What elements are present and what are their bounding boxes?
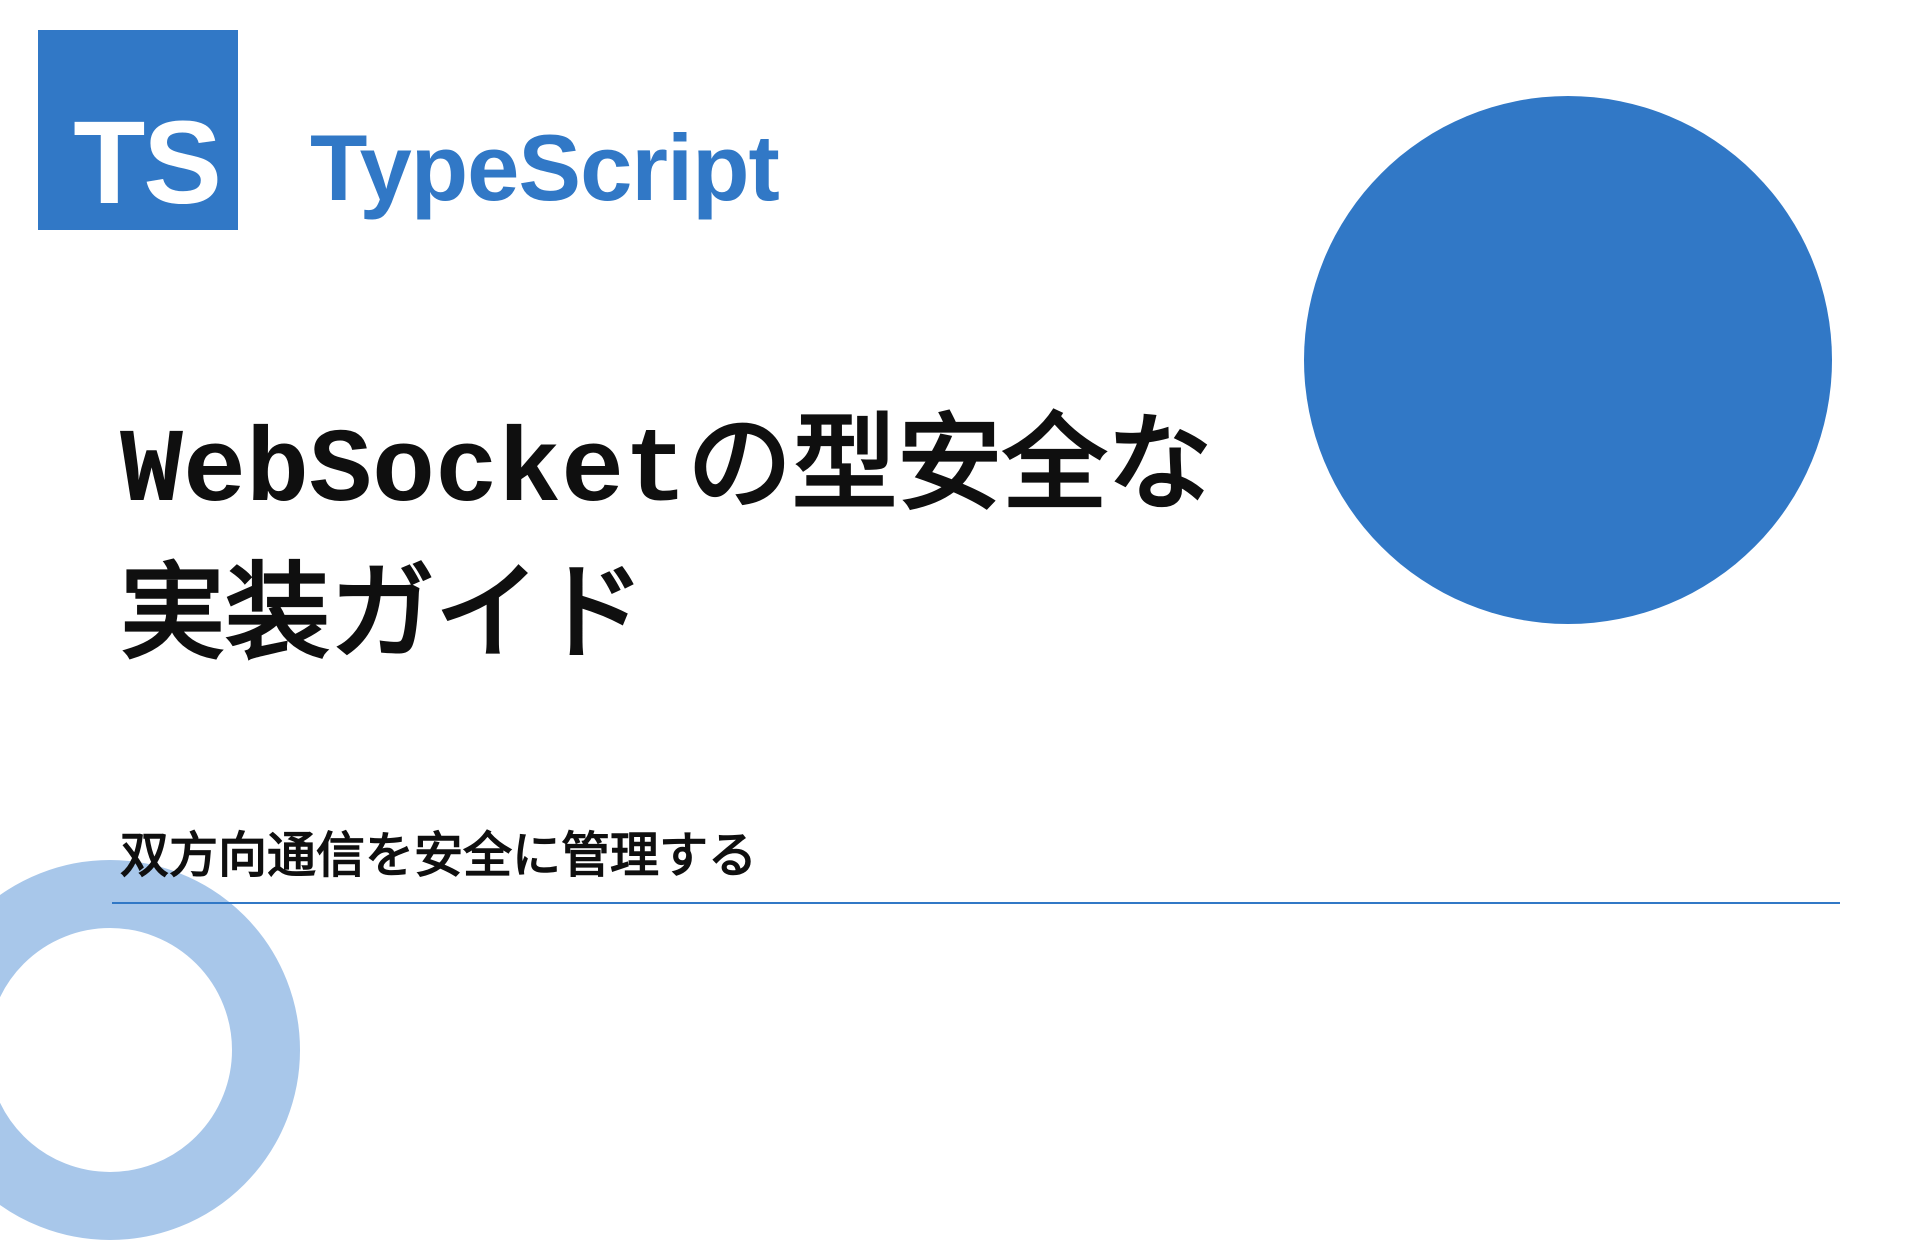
brand-name: TypeScript [310,114,779,222]
page-subtitle: 双方向通信を安全に管理する [120,816,757,887]
decorative-circle-large [1304,96,1832,624]
page-title: WebSocketの型安全な実装ガイド [120,398,1240,696]
logo-abbr: TS [73,104,220,222]
decorative-ring [0,860,300,1240]
subtitle-underline [112,902,1840,904]
slide-cover: TS TypeScript WebSocketの型安全な実装ガイド 双方向通信を… [0,0,1920,1080]
typescript-logo: TS [38,30,238,230]
